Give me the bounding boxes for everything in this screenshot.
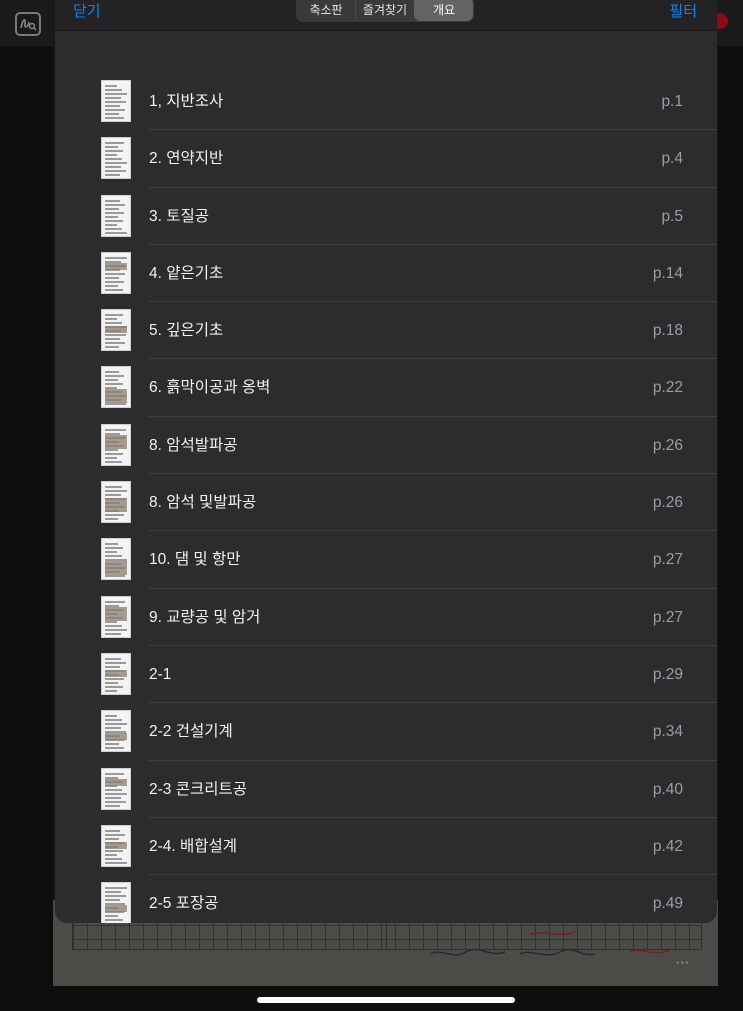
outline-title: 9. 교량공 및 암거 — [149, 608, 261, 626]
outline-page-number: p.42 — [652, 837, 683, 855]
outline-page-number: p.1 — [661, 93, 683, 110]
outline-title: 2-2 건설기계 — [149, 723, 233, 741]
outline-row[interactable]: 3. 토질공 p.5 — [55, 188, 717, 246]
home-indicator[interactable] — [257, 997, 515, 1003]
close-button[interactable]: 닫기 — [73, 0, 101, 21]
view-mode-segmented-control: 축소판 즐겨찾기 개요 — [296, 0, 474, 22]
outline-title: 2-1 — [149, 665, 172, 683]
outline-title: 6. 흙막이공과 옹벽 — [149, 379, 271, 397]
outline-sheet: 닫기 축소판 즐겨찾기 개요 필터 1, 지반조사 p.1 2. 연약지반 p.4 3.… — [55, 0, 717, 923]
outline-row[interactable]: 2-5 포장공 p.49 — [55, 875, 717, 923]
page-thumbnail-icon — [101, 595, 131, 638]
outline-row[interactable]: 10. 댐 및 항만 p.27 — [55, 531, 717, 589]
page-thumbnail-icon — [101, 882, 131, 923]
outline-page-number: p.26 — [652, 436, 683, 454]
outline-page-number: p.22 — [652, 379, 683, 397]
page-thumbnail-icon — [101, 80, 131, 122]
page-thumbnail-icon — [101, 481, 131, 524]
page-thumbnail-icon — [101, 366, 131, 409]
outline-page-number: p.26 — [652, 494, 683, 512]
outline-page-number: p.18 — [652, 322, 683, 340]
page-thumbnail-icon — [101, 767, 131, 810]
handwriting-search-icon — [15, 12, 41, 36]
outline-row[interactable]: 2-4. 배합설계 p.42 — [55, 818, 717, 876]
sheet-header: 닫기 축소판 즐겨찾기 개요 필터 — [55, 0, 717, 31]
outline-row[interactable]: 2-2 건설기계 p.34 — [55, 703, 717, 761]
outline-row[interactable]: 4. 얕은기초 p.14 — [55, 245, 717, 303]
page-thumbnail-icon — [101, 309, 131, 352]
outline-title: 3. 토질공 — [149, 207, 210, 225]
outline-page-number: p.49 — [652, 895, 683, 913]
outline-row[interactable]: 1, 지반조사 p.1 — [55, 73, 717, 131]
outline-title: 2-3 콘크리트공 — [149, 780, 248, 798]
outline-row[interactable]: 8. 암석발파공 p.26 — [55, 417, 717, 475]
outline-row[interactable]: 2-1 p.29 — [55, 646, 717, 704]
outline-page-number: p.40 — [652, 780, 683, 798]
outline-page-number: p.34 — [652, 723, 683, 741]
page-thumbnail-icon — [101, 251, 131, 294]
tab-outline[interactable]: 개요 — [414, 0, 473, 21]
outline-row[interactable]: 2. 연약지반 p.4 — [55, 130, 717, 188]
outline-page-number: p.29 — [652, 665, 683, 683]
outline-title: 10. 댐 및 항만 — [149, 551, 241, 569]
background-page-dots: ••• — [676, 958, 690, 969]
page-thumbnail-icon — [101, 652, 131, 695]
outline-page-number: p.27 — [652, 608, 683, 626]
outline-title: 4. 얕은기초 — [149, 264, 224, 282]
outline-title: 2. 연약지반 — [149, 150, 224, 168]
outline-title: 2-5 포장공 — [149, 895, 219, 913]
outline-row[interactable]: 8. 암석 및발파공 p.26 — [55, 474, 717, 532]
outline-list: 1, 지반조사 p.1 2. 연약지반 p.4 3. 토질공 p.5 4. 얕은기초 p.14… — [55, 73, 717, 923]
outline-row[interactable]: 2-3 콘크리트공 p.40 — [55, 761, 717, 819]
outline-row[interactable]: 5. 깊은기초 p.18 — [55, 302, 717, 360]
page-thumbnail-icon — [101, 137, 131, 180]
page-thumbnail-icon — [101, 194, 131, 237]
outline-title: 1, 지반조사 — [149, 93, 224, 110]
outline-page-number: p.14 — [652, 264, 683, 282]
tab-thumbnails[interactable]: 축소판 — [297, 0, 355, 21]
outline-row[interactable]: 9. 교량공 및 암거 p.27 — [55, 589, 717, 647]
tab-favorites[interactable]: 즐겨찾기 — [355, 0, 414, 21]
outline-row[interactable]: 6. 흙막이공과 옹벽 p.22 — [55, 359, 717, 418]
outline-title: 8. 암석발파공 — [149, 436, 238, 454]
outline-page-number: p.4 — [661, 150, 683, 168]
page-thumbnail-icon — [101, 423, 131, 466]
outline-page-number: p.5 — [661, 207, 683, 225]
outline-title: 8. 암석 및발파공 — [149, 494, 257, 512]
outline-title: 2-4. 배합설계 — [149, 837, 238, 855]
outline-page-number: p.27 — [652, 551, 683, 569]
page-thumbnail-icon — [101, 538, 131, 581]
page-thumbnail-icon — [101, 710, 131, 753]
page-thumbnail-icon — [101, 824, 131, 867]
outline-title: 5. 깊은기초 — [149, 322, 224, 340]
filter-button[interactable]: 필터 — [669, 0, 697, 21]
